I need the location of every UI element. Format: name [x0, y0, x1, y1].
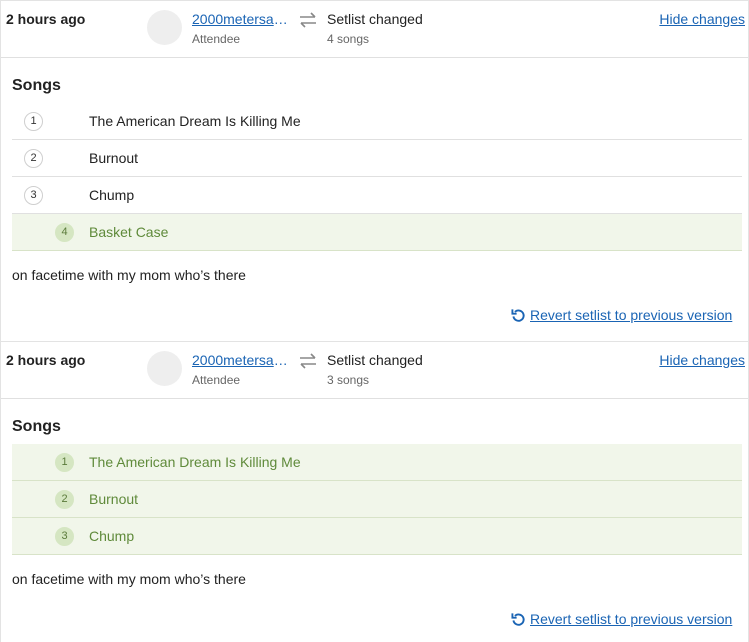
song-row-added: 2 Burnout: [12, 481, 742, 518]
setlist-note: on facetime with my mom who’s there: [12, 267, 246, 283]
revert-label: Revert setlist to previous version: [530, 611, 733, 627]
user-link[interactable]: 2000metersaway: [192, 352, 296, 368]
revert-setlist-link[interactable]: Revert setlist to previous version: [511, 611, 732, 627]
song-name: The American Dream Is Killing Me: [89, 454, 301, 470]
avatar[interactable]: [147, 10, 182, 45]
song-name: Basket Case: [89, 224, 169, 240]
song-number-badge: 1: [55, 453, 74, 472]
song-row: 1 The American Dream Is Killing Me: [12, 103, 742, 140]
entry-header: 2 hours ago 2000metersaway Attendee Setl…: [1, 1, 748, 58]
setlist-note: on facetime with my mom who’s there: [12, 571, 246, 587]
change-title: Setlist changed: [327, 352, 423, 368]
hide-changes-link[interactable]: Hide changes: [659, 11, 745, 27]
song-row: 2 Burnout: [12, 140, 742, 177]
undo-icon: [511, 308, 525, 322]
undo-icon: [511, 612, 525, 626]
swap-arrows-icon: [300, 353, 316, 369]
timestamp: 2 hours ago: [6, 352, 86, 368]
user-role: Attendee: [192, 373, 241, 387]
timestamp: 2 hours ago: [6, 11, 86, 27]
song-number-badge: 1: [24, 112, 43, 131]
entry-header: 2 hours ago 2000metersaway Attendee Setl…: [1, 342, 748, 399]
song-name: Chump: [89, 528, 135, 544]
songs-heading: Songs: [12, 77, 61, 94]
song-row: 3 Chump: [12, 177, 742, 214]
song-number-badge: 2: [55, 490, 74, 509]
user-role: Attendee: [192, 32, 241, 46]
swap-arrows-icon: [300, 12, 316, 28]
song-name: Chump: [89, 187, 135, 203]
song-row-added: 3 Chump: [12, 518, 742, 555]
user-link[interactable]: 2000metersaway: [192, 11, 296, 27]
change-title: Setlist changed: [327, 11, 423, 27]
song-count: 4 songs: [327, 32, 370, 46]
avatar[interactable]: [147, 351, 182, 386]
song-number-badge: 4: [55, 223, 74, 242]
song-name: The American Dream Is Killing Me: [89, 113, 301, 129]
hide-changes-link[interactable]: Hide changes: [659, 352, 745, 368]
song-name: Burnout: [89, 150, 139, 166]
song-number-badge: 3: [55, 527, 74, 546]
revert-label: Revert setlist to previous version: [530, 307, 733, 323]
setlist-change-entry: 2 hours ago 2000metersaway Attendee Setl…: [0, 0, 749, 341]
song-row-added: 4 Basket Case: [12, 214, 742, 251]
song-number-badge: 3: [24, 186, 43, 205]
songs-heading: Songs: [12, 418, 61, 435]
song-number-badge: 2: [24, 149, 43, 168]
song-name: Burnout: [89, 491, 139, 507]
song-row-added: 1 The American Dream Is Killing Me: [12, 444, 742, 481]
revert-setlist-link[interactable]: Revert setlist to previous version: [511, 307, 732, 323]
setlist-change-entry: 2 hours ago 2000metersaway Attendee Setl…: [0, 341, 749, 642]
song-count: 3 songs: [327, 373, 370, 387]
